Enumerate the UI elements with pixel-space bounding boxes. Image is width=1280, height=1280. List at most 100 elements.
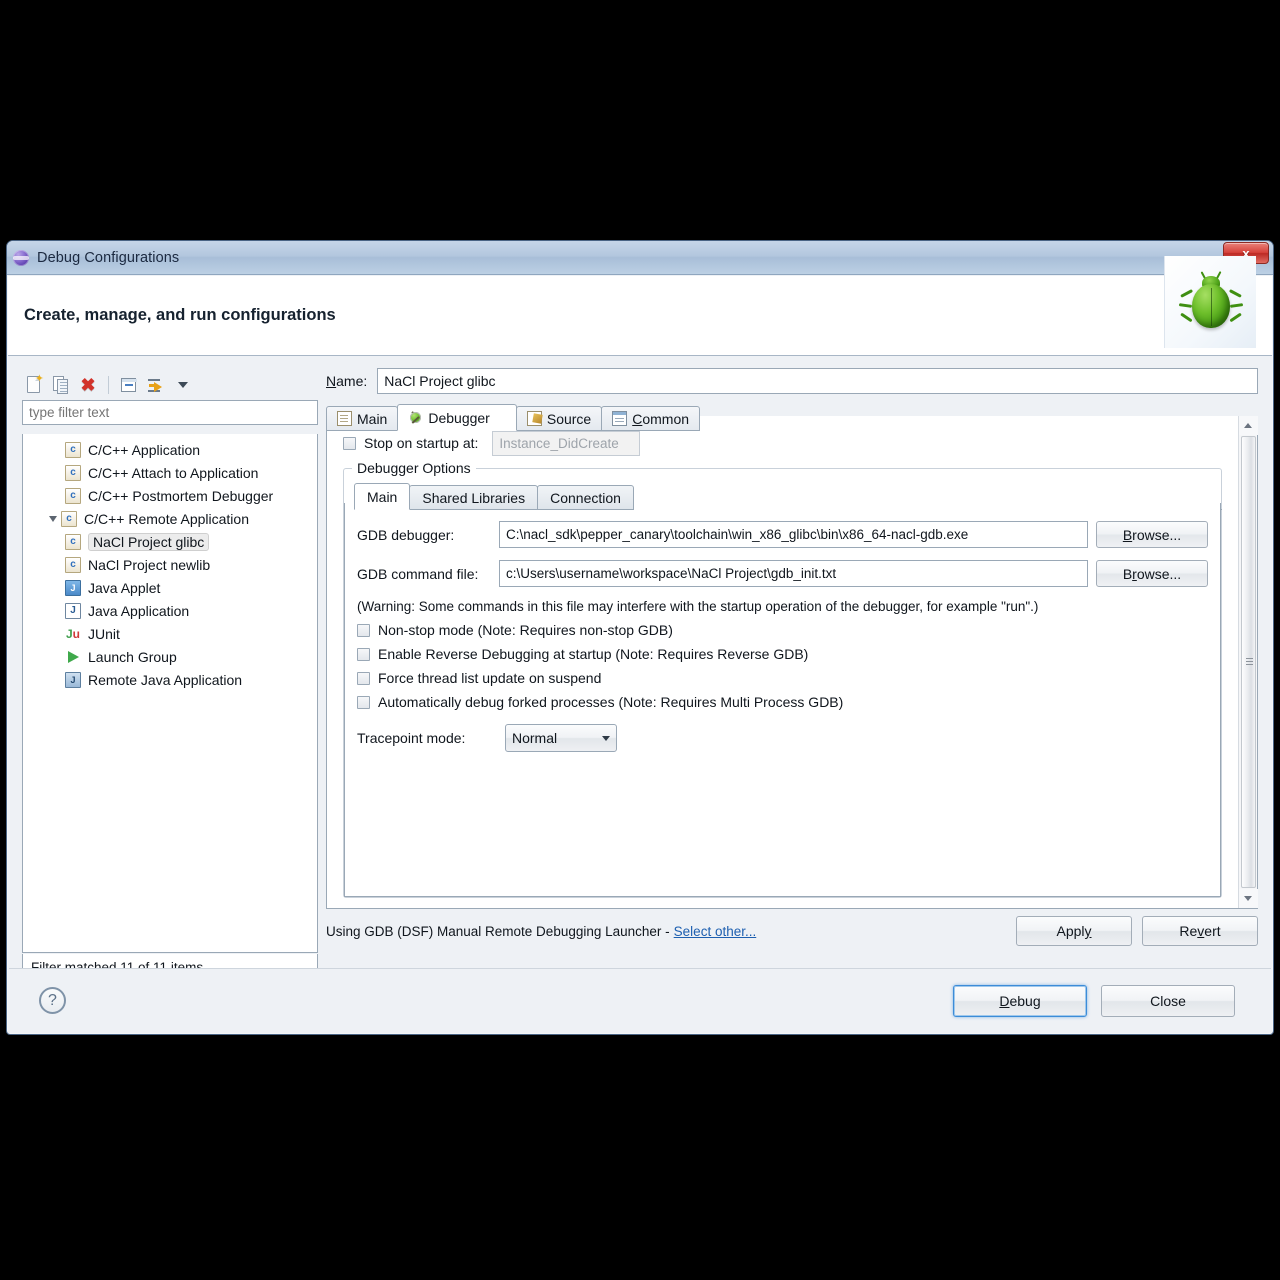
tab-common-label: Common (632, 410, 690, 427)
stop-on-startup-row: Stop on startup at: (343, 430, 1222, 456)
command-file-warning: (Warning: Some commands in this file may… (357, 599, 1039, 614)
c-file-icon: c (65, 441, 81, 458)
tree-item-nacl-project-newlib[interactable]: c NaCl Project newlib (23, 553, 317, 576)
tab-main[interactable]: Main (326, 406, 399, 431)
debug-forked-processes-checkbox[interactable] (357, 695, 370, 709)
tracepoint-mode-select[interactable]: Normal (505, 724, 617, 752)
stop-on-startup-input[interactable] (492, 430, 641, 456)
tree-item-c-c-remote-application[interactable]: c C/C++ Remote Application (23, 507, 317, 530)
tree-item-label: C/C++ Remote Application (84, 510, 249, 527)
tree-item-label: C/C++ Attach to Application (88, 464, 259, 481)
filter-icon[interactable] (146, 375, 166, 395)
c-file-icon: c (65, 556, 81, 573)
inner-tab-shared-libraries[interactable]: Shared Libraries (409, 485, 539, 510)
force-thread-list-update-row[interactable]: Force thread list update on suspend (357, 670, 1208, 686)
scroll-down-button[interactable] (1238, 889, 1258, 908)
tree-item-c-c-application[interactable]: c C/C++ Application (23, 438, 317, 461)
tab-source[interactable]: Source (515, 406, 603, 431)
java-applet-icon: J (65, 579, 81, 596)
bug-icon (408, 410, 423, 425)
gdb-debugger-browse-button[interactable]: Browse... (1096, 521, 1208, 548)
eclipse-globe-icon (13, 249, 29, 266)
name-row: Name: (326, 368, 1258, 394)
revert-button[interactable]: Re v ert (1142, 916, 1258, 946)
chevron-down-icon[interactable] (173, 375, 193, 395)
screen: Debug Configurations x Create, manage, a… (0, 0, 1280, 1280)
gdb-command-file-row: GDB command file: Browse... (357, 560, 1208, 587)
toolbar-divider (108, 376, 109, 394)
document-icon (337, 411, 352, 426)
scroll-up-button[interactable] (1238, 416, 1258, 435)
tree-item-label: Remote Java Application (88, 671, 243, 688)
scrollbar-thumb[interactable] (1240, 436, 1256, 888)
gdb-command-file-browse-button[interactable]: Br owse... (1096, 560, 1208, 587)
new-launch-configuration-icon[interactable]: ✦ (24, 374, 44, 395)
apply-button[interactable]: Appl y (1016, 916, 1132, 946)
tree-item-java-applet[interactable]: J Java Applet (23, 576, 317, 599)
gdb-command-file-input[interactable] (499, 560, 1088, 587)
tab-debugger[interactable]: Debugger (397, 404, 517, 431)
debug-forked-processes-row[interactable]: Automatically debug forked processes (No… (357, 694, 1208, 710)
header-banner: Create, manage, and run configurations (8, 256, 1272, 356)
delete-icon[interactable]: ✖ (78, 375, 98, 395)
help-icon[interactable]: ? (39, 987, 66, 1014)
launch-group-icon (65, 649, 81, 665)
tree-item-label: Launch Group (88, 648, 177, 665)
junit-icon: Ju (65, 626, 81, 641)
inner-tab-connection[interactable]: Connection (537, 485, 634, 510)
tab-common[interactable]: Common (601, 406, 701, 431)
c-file-icon: c (65, 487, 81, 504)
stop-on-startup-checkbox[interactable] (343, 436, 356, 450)
tracepoint-mode-row: Tracepoint mode: Normal (357, 724, 1208, 752)
debug-forked-processes-label: Automatically debug forked processes (No… (378, 694, 844, 710)
duplicate-icon[interactable] (51, 375, 71, 395)
triangle-up-icon (1244, 423, 1252, 428)
collapse-all-icon[interactable] (119, 375, 139, 395)
non-stop-mode-row[interactable]: Non-stop mode (Note: Requires non-stop G… (357, 622, 1208, 638)
tab-source-label: Source (546, 410, 592, 427)
tree-item-nacl-project-glibc[interactable]: c NaCl Project glibc (23, 530, 317, 553)
dialog-body: ✦ ✖ type filter text c C/C++ Application… (8, 356, 1272, 1033)
common-icon (612, 411, 628, 426)
filter-input[interactable] (22, 400, 318, 425)
tracepoint-mode-label: Tracepoint mode: (357, 730, 466, 746)
title-bar: Debug Configurations x (7, 241, 1273, 275)
tree-item-junit[interactable]: Ju JUnit (23, 622, 317, 645)
tree-item-label: Java Applet (88, 579, 161, 596)
remote-java-application-icon: J (65, 671, 81, 688)
gdb-debugger-input[interactable] (499, 521, 1088, 548)
banner-icon-area (1164, 256, 1256, 348)
debugger-panel-scrollbar[interactable] (1238, 416, 1258, 908)
reverse-debugging-checkbox[interactable] (357, 647, 370, 661)
config-name-input[interactable] (377, 368, 1258, 394)
tree-item-remote-java-application[interactable]: J Remote Java Application (23, 668, 317, 691)
tree-item-java-application[interactable]: J Java Application (23, 599, 317, 622)
triangle-down-icon (1244, 896, 1252, 901)
tree-item-label: C/C++ Postmortem Debugger (88, 487, 274, 504)
footer-buttons: Debug Close (953, 984, 1235, 1017)
tree-item-c-c-attach-to-application[interactable]: c C/C++ Attach to Application (23, 461, 317, 484)
tree-item-launch-group[interactable]: Launch Group (23, 645, 317, 668)
debug-button[interactable]: Debug (953, 984, 1087, 1017)
c-file-icon: c (61, 510, 77, 527)
dialog-footer: ? Debug Close (9, 968, 1271, 1032)
expander-icon[interactable] (49, 515, 57, 522)
tab-debugger-label: Debugger (428, 409, 490, 426)
window-title: Debug Configurations (37, 249, 180, 266)
configurations-tree[interactable]: c C/C++ Application c C/C++ Attach to Appli… (22, 434, 318, 953)
debugger-tab-panel: Stop on startup at: Debugger Options Mai… (326, 416, 1258, 909)
close-button[interactable]: Close (1101, 984, 1235, 1017)
reverse-debugging-row[interactable]: Enable Reverse Debugging at startup (Not… (357, 646, 1208, 662)
force-thread-list-update-checkbox[interactable] (357, 671, 370, 685)
java-application-icon: J (65, 602, 81, 619)
tree-item-c-c-postmortem-debugger[interactable]: c C/C++ Postmortem Debugger (23, 484, 317, 507)
green-bug-icon (1178, 271, 1243, 332)
reverse-debugging-label: Enable Reverse Debugging at startup (Not… (378, 646, 809, 662)
c-file-icon: c (65, 464, 81, 481)
tab-main-label: Main (357, 410, 388, 427)
inner-tab-main[interactable]: Main (354, 483, 411, 510)
non-stop-mode-checkbox[interactable] (357, 623, 370, 637)
select-other-launcher-link[interactable]: Select other... (674, 924, 757, 939)
tree-item-label: Java Application (88, 602, 190, 619)
debugger-options-main-panel: GDB debugger: Browse... GDB command file… (344, 503, 1221, 897)
